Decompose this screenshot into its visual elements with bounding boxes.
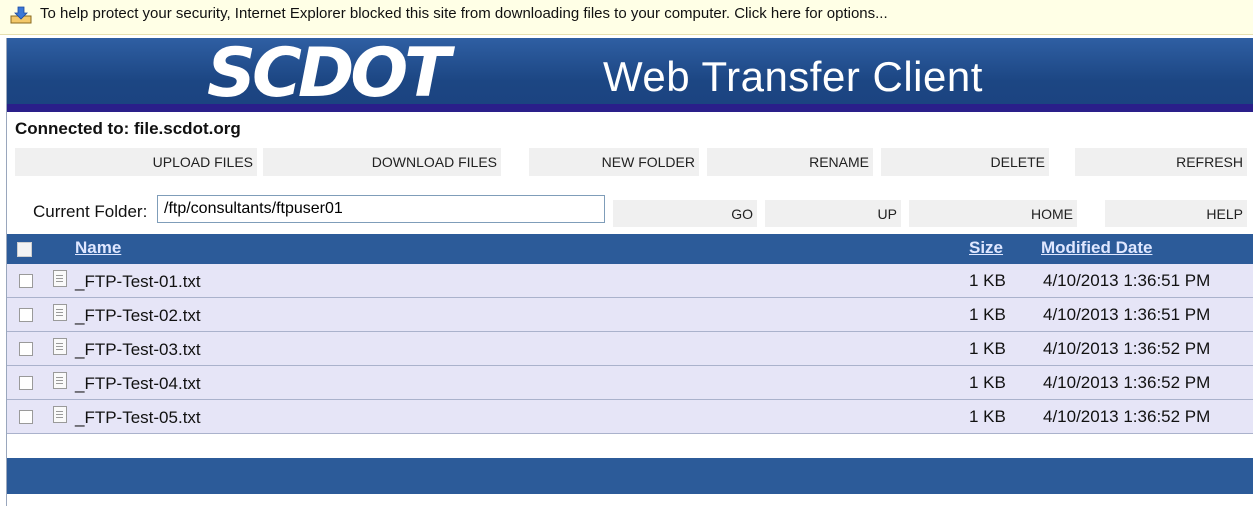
file-size: 1 KB [969,339,1006,358]
table-row: _FTP-Test-04.txt 1 KB 4/10/2013 1:36:52 … [7,366,1253,400]
ie-information-bar[interactable]: To help protect your security, Internet … [0,0,1253,35]
file-name[interactable]: _FTP-Test-01.txt [75,272,201,292]
file-name[interactable]: _FTP-Test-04.txt [75,374,201,394]
modified-date-column-header[interactable]: Modified Date [1041,238,1152,258]
table-row: _FTP-Test-05.txt 1 KB 4/10/2013 1:36:52 … [7,400,1253,434]
delete-button[interactable]: DELETE [881,148,1049,176]
table-row: _FTP-Test-01.txt 1 KB 4/10/2013 1:36:51 … [7,264,1253,298]
upload-files-button[interactable]: UPLOAD FILES [15,148,257,176]
banner-stripe [7,104,1253,112]
header-banner: SCDOT Web Transfer Client [7,34,1253,113]
file-name[interactable]: _FTP-Test-03.txt [75,340,201,360]
table-row: _FTP-Test-02.txt 1 KB 4/10/2013 1:36:51 … [7,298,1253,332]
row-checkbox[interactable] [19,308,33,322]
connection-status: Connected to: file.scdot.org [15,119,241,138]
row-checkbox[interactable] [19,410,33,424]
text-file-icon [53,406,67,423]
file-name[interactable]: _FTP-Test-02.txt [75,306,201,326]
file-modified-date: 4/10/2013 1:36:51 PM [1043,271,1211,290]
file-size: 1 KB [969,271,1006,290]
file-modified-date: 4/10/2013 1:36:51 PM [1043,305,1211,324]
row-checkbox[interactable] [19,376,33,390]
web-transfer-client: SCDOT Web Transfer Client Connected to: … [6,38,1253,506]
file-name[interactable]: _FTP-Test-05.txt [75,408,201,428]
file-modified-date: 4/10/2013 1:36:52 PM [1043,339,1211,358]
current-folder-input[interactable] [157,195,605,223]
new-folder-button[interactable]: NEW FOLDER [529,148,699,176]
rename-button[interactable]: RENAME [707,148,873,176]
up-button[interactable]: UP [765,200,901,227]
scdot-logo: SCDOT [207,34,451,113]
file-grid-header: Name Size Modified Date [7,234,1253,264]
refresh-button[interactable]: REFRESH [1075,148,1247,176]
download-blocked-icon [10,6,32,24]
row-checkbox[interactable] [19,342,33,356]
grid-footer-bar [7,458,1253,494]
text-file-icon [53,372,67,389]
name-column-header[interactable]: Name [75,238,121,258]
file-modified-date: 4/10/2013 1:36:52 PM [1043,407,1211,426]
text-file-icon [53,270,67,287]
infobar-message: To help protect your security, Internet … [40,5,888,22]
file-size: 1 KB [969,407,1006,426]
table-row: _FTP-Test-03.txt 1 KB 4/10/2013 1:36:52 … [7,332,1253,366]
file-modified-date: 4/10/2013 1:36:52 PM [1043,373,1211,392]
current-folder-label: Current Folder: [33,202,148,221]
text-file-icon [53,304,67,321]
download-files-button[interactable]: DOWNLOAD FILES [263,148,501,176]
file-size: 1 KB [969,373,1006,392]
select-all-checkbox[interactable] [17,242,32,257]
app-title: Web Transfer Client [603,53,983,100]
text-file-icon [53,338,67,355]
home-button[interactable]: HOME [909,200,1077,227]
file-size: 1 KB [969,305,1006,324]
row-checkbox[interactable] [19,274,33,288]
help-button[interactable]: HELP [1105,200,1247,227]
go-button[interactable]: GO [613,200,757,227]
size-column-header[interactable]: Size [969,238,1003,258]
